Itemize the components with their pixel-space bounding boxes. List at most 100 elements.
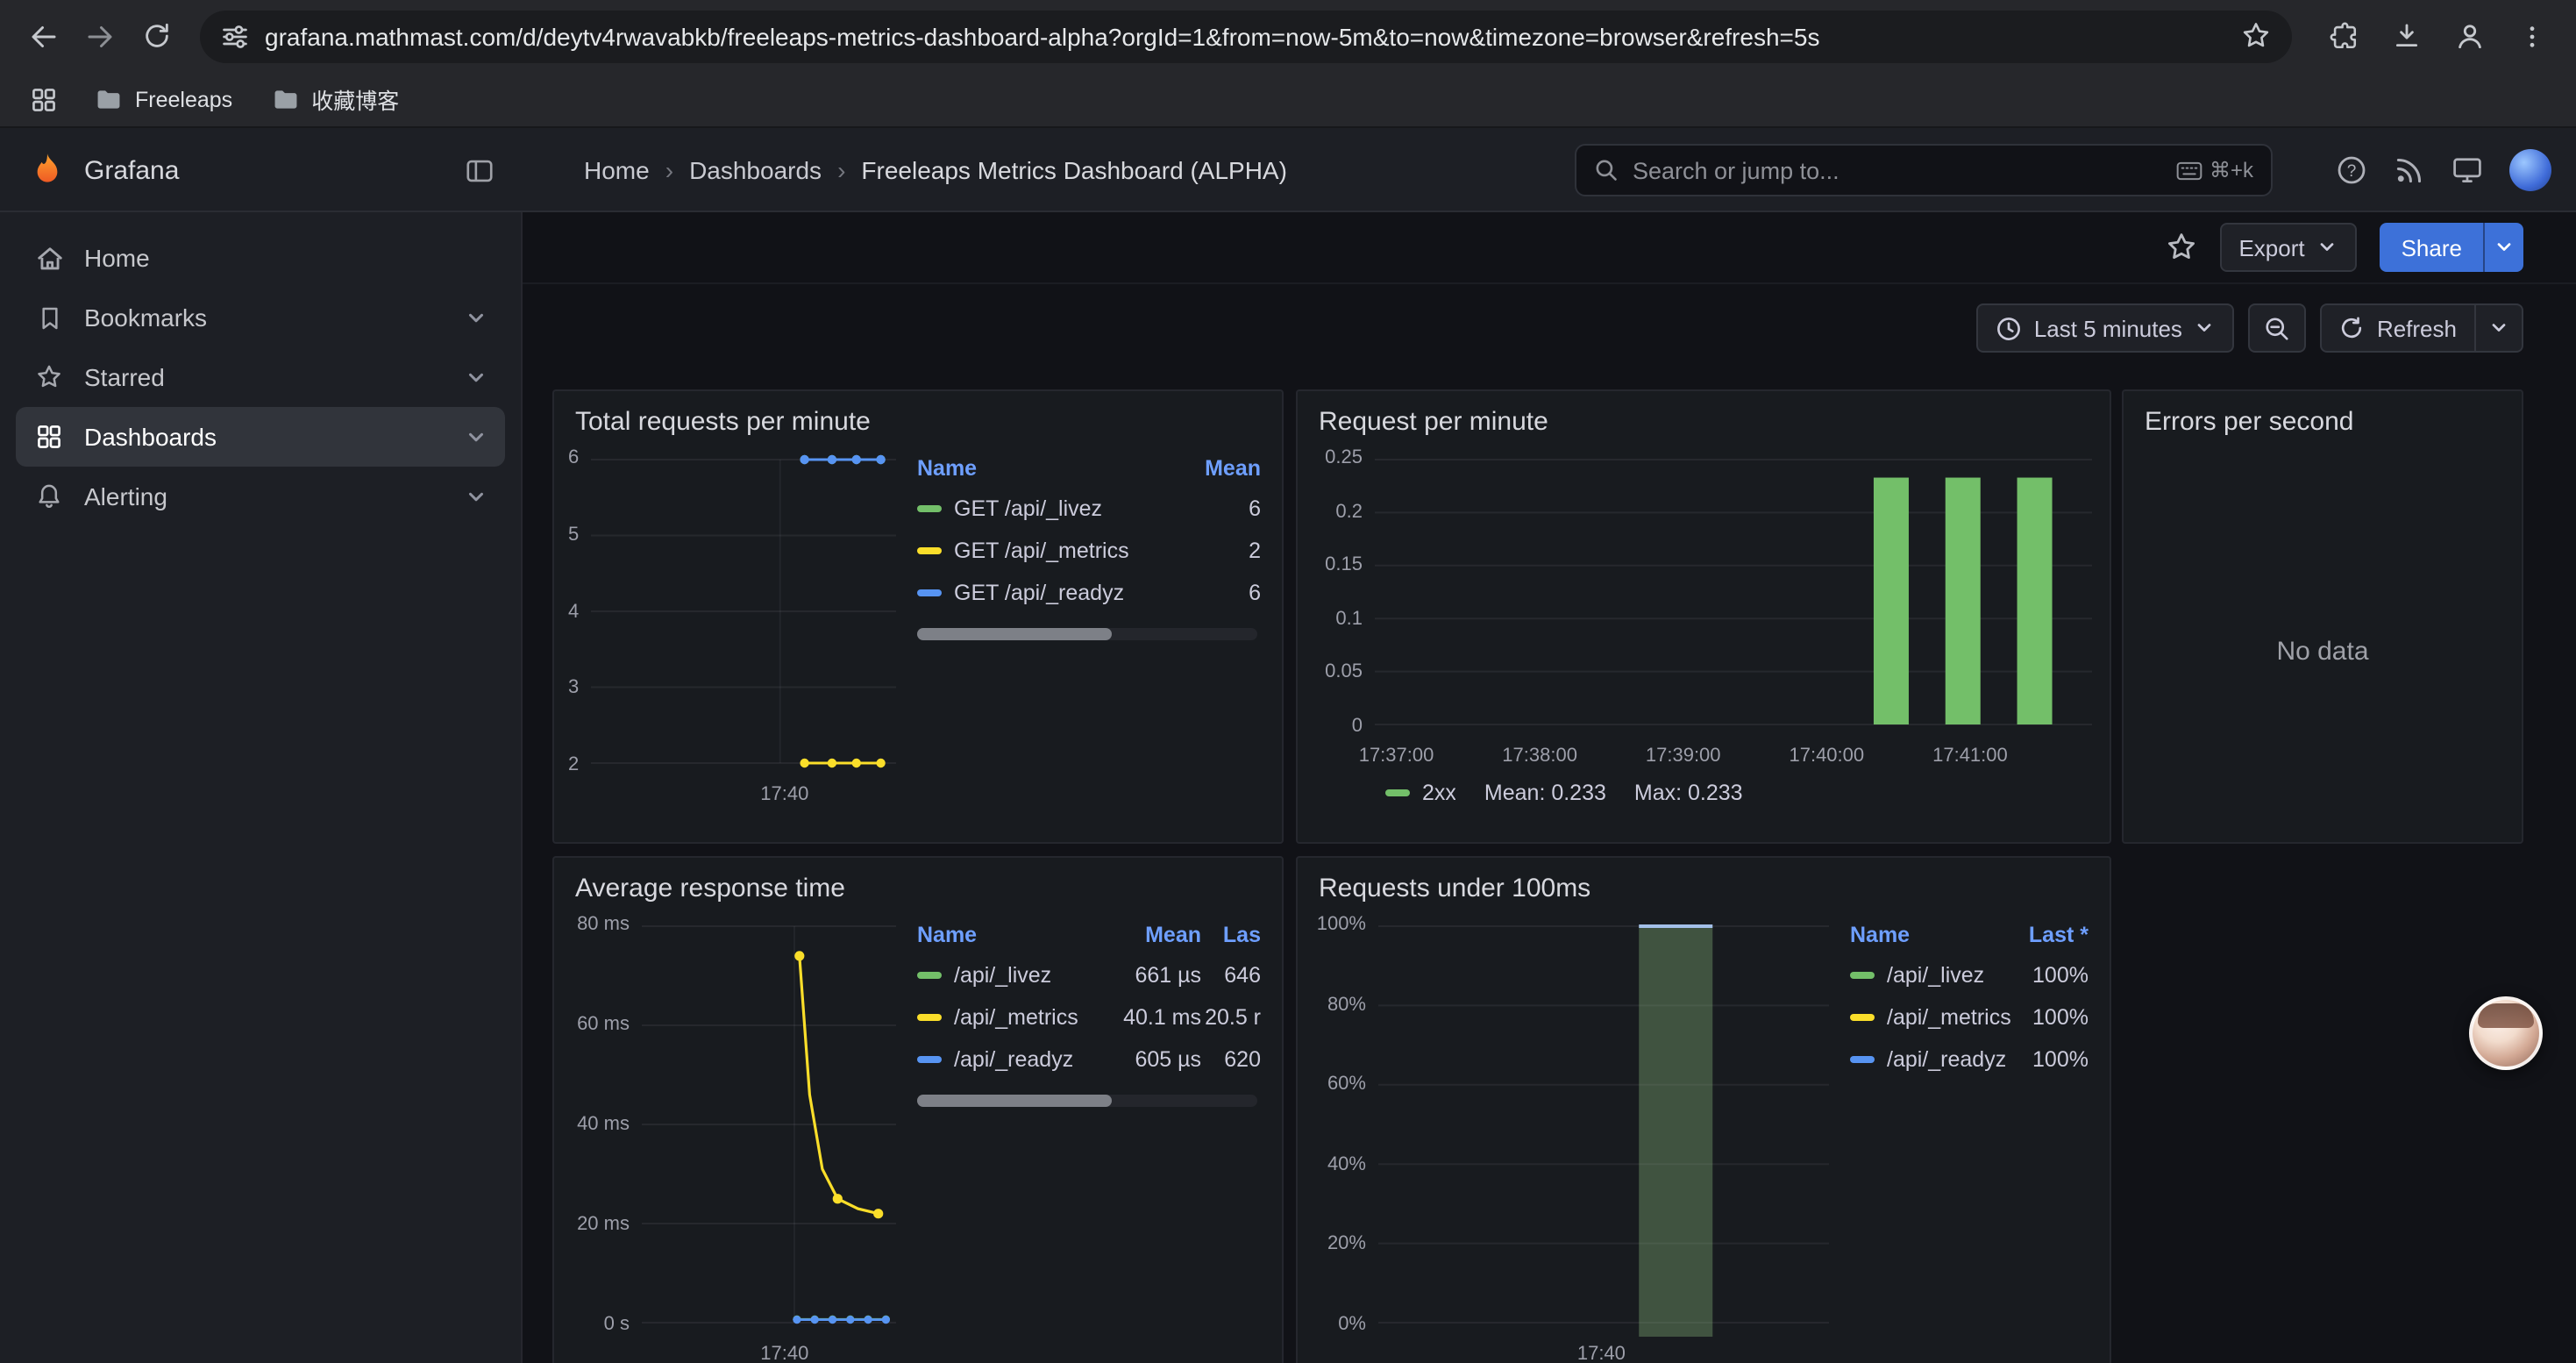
zoom-out-button[interactable]	[2249, 303, 2307, 353]
bookmark-star-icon[interactable]	[2241, 21, 2271, 51]
panel-total-requests[interactable]: Total requests per minute 6 5 4 3 2	[552, 389, 1284, 844]
legend-row[interactable]: /api/_readyz 100%	[1850, 1038, 2089, 1081]
panel-title: Request per minute	[1298, 391, 2110, 442]
refresh-label: Refresh	[2377, 315, 2457, 341]
legend-item[interactable]: 2xx	[1385, 781, 1456, 805]
chevron-down-icon[interactable]	[465, 306, 487, 329]
chevron-down-icon[interactable]	[465, 425, 487, 448]
breadcrumb-dashboards[interactable]: Dashboards	[689, 156, 822, 184]
y-tick: 4	[568, 601, 579, 622]
refresh-interval-button[interactable]	[2476, 303, 2523, 353]
user-avatar[interactable]	[2509, 149, 2551, 191]
legend-scrollbar[interactable]	[917, 628, 1257, 640]
assistant-floating-avatar[interactable]	[2469, 996, 2543, 1070]
bar-plot[interactable]	[1375, 446, 2092, 739]
legend-row[interactable]: /api/_livez 100%	[1850, 954, 2089, 996]
favorite-dashboard-button[interactable]	[2165, 232, 2196, 263]
legend-row[interactable]: /api/_metrics 40.1 ms 20.5 r	[917, 996, 1261, 1038]
legend-row[interactable]: /api/_readyz 605 µs 620	[917, 1038, 1261, 1081]
chevron-down-icon	[2317, 237, 2338, 258]
bookmark-folder-freeleaps[interactable]: Freeleaps	[84, 78, 243, 120]
bookmark-icon	[33, 304, 65, 331]
reload-button[interactable]	[130, 10, 182, 62]
sidebar-toggle-button[interactable]	[465, 155, 495, 185]
forward-button[interactable]	[74, 10, 126, 62]
svg-text:?: ?	[2347, 162, 2357, 181]
legend-row[interactable]: GET /api/_readyz 6	[917, 572, 1261, 614]
page-actions: Export Share	[2165, 223, 2523, 272]
news-button[interactable]	[2394, 154, 2425, 186]
clock-icon	[1996, 315, 2022, 341]
y-tick: 80%	[1327, 994, 1366, 1015]
browser-menu-button[interactable]	[2506, 10, 2558, 62]
x-axis: 17:37:00 17:38:00 17:39:00 17:40:00 17:4…	[1375, 739, 2092, 774]
help-button[interactable]: ?	[2336, 154, 2367, 186]
dashboard-search[interactable]: Search or jump to... ⌘+k	[1575, 144, 2273, 196]
sidebar-item-label: Dashboards	[84, 423, 217, 451]
help-icon: ?	[2336, 154, 2367, 186]
legend-row[interactable]: GET /api/_livez 6	[917, 488, 1261, 530]
display-button[interactable]	[2451, 154, 2483, 186]
legend-header-name[interactable]: Name	[917, 923, 1099, 947]
legend-header-mean[interactable]: Mean	[1099, 923, 1201, 947]
grafana-app: Grafana Home Dashboards Freeleaps Metric…	[0, 128, 2576, 1363]
sidebar-item-starred[interactable]: Starred	[16, 347, 505, 407]
legend-header-name[interactable]: Name	[917, 456, 1177, 481]
downloads-button[interactable]	[2380, 10, 2432, 62]
chevron-down-icon[interactable]	[465, 366, 487, 389]
y-axis: 6 5 4 3 2	[568, 446, 591, 777]
legend-row[interactable]: GET /api/_metrics 2	[917, 530, 1261, 572]
legend-scrollbar[interactable]	[917, 1095, 1257, 1107]
sidebar: Home Bookmarks Starred Dashboards Alerti…	[0, 212, 523, 1363]
profile-button[interactable]	[2443, 10, 2495, 62]
y-tick: 3	[568, 678, 579, 699]
panel-title: Requests under 100ms	[1298, 858, 2110, 909]
legend-table: Name Mean GET /api/_livez 6 GET /api/_me…	[896, 446, 1264, 812]
breadcrumb-home[interactable]: Home	[584, 156, 650, 184]
y-tick: 0.2	[1335, 501, 1363, 522]
extensions-button[interactable]	[2316, 10, 2369, 62]
forward-icon	[84, 20, 116, 52]
timeseries-plot[interactable]	[642, 912, 896, 1337]
y-tick: 100%	[1317, 914, 1366, 935]
scrollbar-thumb[interactable]	[917, 628, 1111, 640]
legend-row[interactable]: /api/_livez 661 µs 646	[917, 954, 1261, 996]
apps-grid-button[interactable]	[21, 76, 67, 122]
panel-requests-under-100ms[interactable]: Requests under 100ms 100% 80% 60% 40% 20…	[1296, 856, 2111, 1363]
chevron-down-icon[interactable]	[465, 485, 487, 508]
legend-header-last[interactable]: Last *	[2011, 923, 2089, 947]
panel-request-per-minute[interactable]: Request per minute 0.25 0.2 0.15 0.1 0.0…	[1296, 389, 2111, 844]
url-input[interactable]	[265, 22, 2225, 50]
bar-plot[interactable]	[1378, 912, 1829, 1337]
legend-header-mean[interactable]: Mean	[1177, 456, 1261, 481]
sidebar-item-home[interactable]: Home	[16, 228, 505, 288]
back-button[interactable]	[18, 10, 70, 62]
y-tick: 0	[1352, 716, 1363, 737]
scrollbar-thumb[interactable]	[917, 1095, 1111, 1107]
sidebar-item-dashboards[interactable]: Dashboards	[16, 407, 505, 467]
y-tick: 0.1	[1335, 609, 1363, 630]
x-tick: 17:38:00	[1502, 746, 1577, 767]
refresh-button[interactable]: Refresh	[2321, 303, 2476, 353]
sidebar-toggle-icon	[465, 155, 495, 185]
url-bar[interactable]	[200, 10, 2292, 62]
site-info-icon[interactable]	[221, 22, 249, 50]
legend-row[interactable]: /api/_metrics 100%	[1850, 996, 2089, 1038]
sidebar-item-alerting[interactable]: Alerting	[16, 467, 505, 526]
time-range-button[interactable]: Last 5 minutes	[1976, 303, 2235, 353]
sidebar-item-label: Alerting	[84, 482, 167, 510]
legend-header-last[interactable]: Las	[1201, 923, 1261, 947]
sidebar-item-bookmarks[interactable]: Bookmarks	[16, 288, 505, 347]
panel-average-response-time[interactable]: Average response time 80 ms 60 ms 40 ms …	[552, 856, 1284, 1363]
bookmark-folder-blog[interactable]: 收藏博客	[260, 75, 409, 123]
export-button[interactable]: Export	[2219, 223, 2357, 272]
share-menu-button[interactable]	[2483, 223, 2523, 272]
keyboard-icon	[2176, 161, 2202, 180]
timeseries-plot[interactable]	[591, 446, 896, 777]
share-split-button: Share	[2380, 223, 2523, 272]
panel-errors-per-second[interactable]: Errors per second No data	[2122, 389, 2523, 844]
legend-header-name[interactable]: Name	[1850, 923, 2011, 947]
x-tick: 17:37:00	[1359, 746, 1434, 767]
legend-table: Name Mean Las /api/_livez 661 µs 646 /ap…	[896, 912, 1264, 1363]
share-button[interactable]: Share	[2380, 223, 2483, 272]
